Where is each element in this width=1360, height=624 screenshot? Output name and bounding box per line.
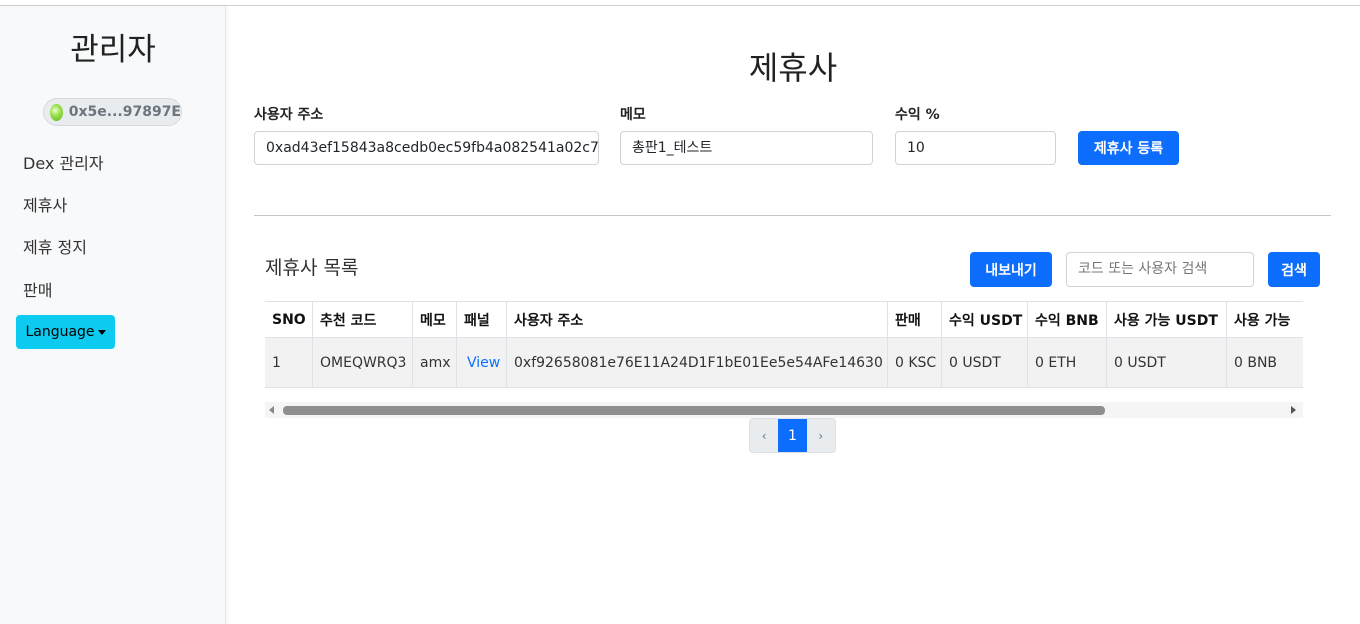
cell-profit-usdt: 0 USDT <box>941 338 1027 387</box>
memo-label: 메모 <box>620 107 646 123</box>
scroll-left-arrow-icon[interactable] <box>269 406 274 414</box>
header-available-bnb: 사용 가능 <box>1226 302 1303 337</box>
user-address-text: 0xf92658081e76E11A24D1F1bE01Ee5e54AFe146… <box>514 354 883 371</box>
header-sales: 판매 <box>887 302 941 337</box>
scrollbar-thumb[interactable] <box>283 406 1105 415</box>
export-button[interactable]: 내보내기 <box>970 252 1052 287</box>
header-profit-bnb: 수익 BNB <box>1027 302 1106 337</box>
cell-profit-bnb: 0 ETH <box>1027 338 1106 387</box>
sidebar-item-dex-admin[interactable]: Dex 관리자 <box>23 150 104 174</box>
header-sno: SNO <box>272 311 306 328</box>
register-affiliate-button[interactable]: 제휴사 등록 <box>1078 131 1179 165</box>
table-horizontal-scrollbar[interactable] <box>265 402 1303 418</box>
cell-user-address: 0xf92658081e76E11A24D1F1bE01Ee5e54AFe146… <box>506 338 887 387</box>
header-memo: 메모 <box>412 302 456 337</box>
cell-available-usdt: 0 USDT <box>1106 338 1226 387</box>
search-button[interactable]: 검색 <box>1268 252 1320 287</box>
sidebar-title: 관리자 <box>70 32 156 68</box>
affiliate-list-title: 제휴사 목록 <box>265 257 359 279</box>
cell-available-bnb: 0 BNB <box>1226 338 1303 387</box>
address-input[interactable]: 0xad43ef15843a8cedb0ec59fb4a082541a02c75… <box>254 131 599 165</box>
sidebar-item-sales[interactable]: 판매 <box>23 277 52 301</box>
table-header-row: SNO 추천 코드 메모 패널 사용자 주소 판매 수익 USDT 수익 BNB… <box>265 301 1303 338</box>
pagination-prev[interactable]: ‹ <box>750 419 778 452</box>
wallet-badge[interactable]: 0x5e...97897E <box>43 98 182 126</box>
header-ref-code: 추천 코드 <box>312 302 412 337</box>
memo-input[interactable]: 총판1_테스트 <box>620 131 873 165</box>
section-divider <box>254 215 1331 216</box>
sidebar: 관리자 0x5e...97897E Dex 관리자 제휴사 제휴 정지 판매 L… <box>0 6 226 624</box>
header-panel: 패널 <box>456 302 506 337</box>
affiliate-table: SNO 추천 코드 메모 패널 사용자 주소 판매 수익 USDT 수익 BNB… <box>265 301 1303 388</box>
header-available-usdt: 사용 가능 USDT <box>1106 302 1226 337</box>
pagination-page-1[interactable]: 1 <box>778 419 807 452</box>
language-dropdown-button[interactable]: Language <box>16 315 115 349</box>
scroll-right-arrow-icon[interactable] <box>1291 406 1296 414</box>
status-dot-icon <box>50 103 63 121</box>
caret-down-icon <box>97 329 106 335</box>
header-profit-usdt: 수익 USDT <box>941 302 1027 337</box>
header-user-address: 사용자 주소 <box>506 302 887 337</box>
view-panel-link[interactable]: View <box>464 355 500 371</box>
cell-sno: 1 <box>272 354 281 371</box>
page-title: 제휴사 <box>748 49 838 87</box>
profit-label: 수익 % <box>895 107 940 123</box>
wallet-address: 0x5e...97897E <box>68 104 181 120</box>
language-label: Language <box>25 324 95 340</box>
pagination-next[interactable]: › <box>807 419 835 452</box>
table-row: 1 OMEQWRQ3 amx View 0xf92658081e76E11A24… <box>265 338 1303 388</box>
sidebar-item-suspended[interactable]: 제휴 정지 <box>23 234 87 258</box>
profit-input[interactable]: 10 <box>895 131 1056 165</box>
cell-memo: amx <box>412 338 456 387</box>
cell-sales: 0 KSC <box>887 338 941 387</box>
cell-panel: View <box>456 338 506 387</box>
address-label: 사용자 주소 <box>254 107 324 123</box>
search-input[interactable]: 코드 또는 사용자 검색 <box>1066 252 1254 287</box>
sidebar-item-affiliates[interactable]: 제휴사 <box>23 192 67 216</box>
pagination: ‹ 1 › <box>749 418 836 453</box>
cell-ref-code: OMEQWRQ3 <box>312 338 412 387</box>
